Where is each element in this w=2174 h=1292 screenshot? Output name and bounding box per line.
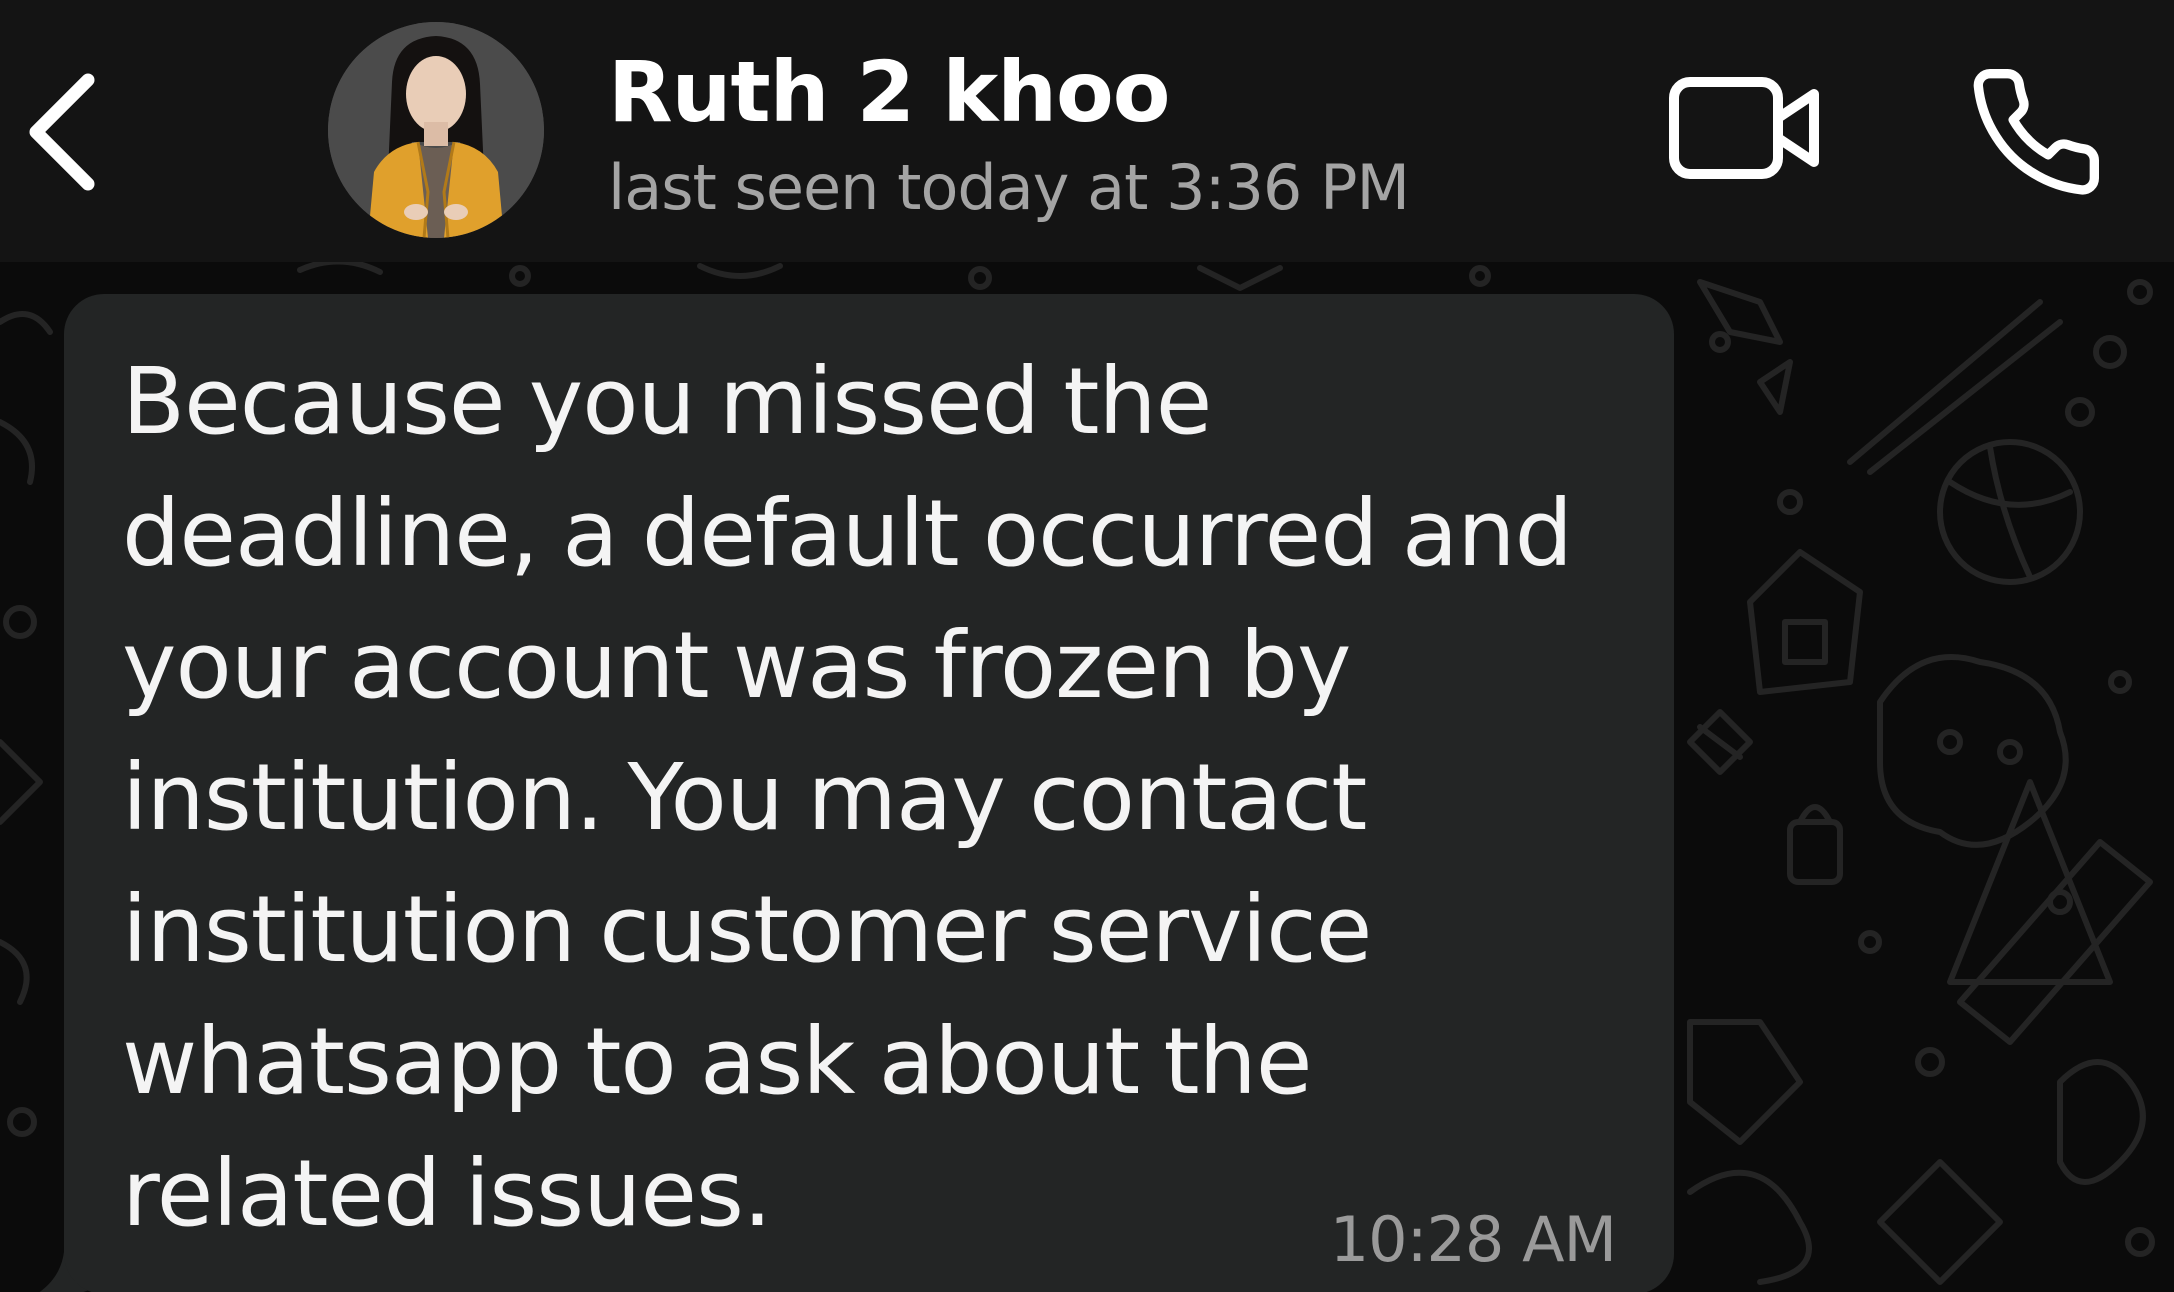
avatar[interactable] xyxy=(328,22,544,238)
message-text: Because you missed the deadline, a defau… xyxy=(122,336,1642,1260)
message-line: institution. You may contact xyxy=(122,744,1367,851)
avatar-image xyxy=(328,22,544,238)
message-line: Because you missed the xyxy=(122,348,1212,455)
message-line: institution customer service xyxy=(122,876,1372,983)
message-line: whatsapp to ask about the xyxy=(122,1008,1312,1115)
phone-icon xyxy=(1973,69,2100,195)
message-timestamp: 10:28 AM xyxy=(1329,1203,1617,1276)
message-line: your account was frozen by xyxy=(122,612,1351,719)
video-call-button[interactable] xyxy=(1666,68,1826,188)
message-line: deadline, a default occurred and xyxy=(122,480,1573,587)
back-button[interactable] xyxy=(8,60,118,200)
chat-header: Ruth 2 khoo last seen today at 3:36 PM xyxy=(0,0,2174,262)
incoming-message-bubble[interactable]: Because you missed the deadline, a defau… xyxy=(64,294,1674,1292)
contact-name: Ruth 2 khoo xyxy=(608,43,1170,141)
chevron-left-icon xyxy=(29,73,95,191)
voice-call-button[interactable] xyxy=(1966,62,2106,202)
chat-area[interactable]: Because you missed the deadline, a defau… xyxy=(0,262,2174,1292)
last-seen-status: last seen today at 3:36 PM xyxy=(608,151,1410,224)
contact-info[interactable]: Ruth 2 khoo last seen today at 3:36 PM xyxy=(608,36,1608,228)
video-camera-icon xyxy=(1669,77,1819,179)
chat-screen: Ruth 2 khoo last seen today at 3:36 PM B… xyxy=(0,0,2174,1292)
